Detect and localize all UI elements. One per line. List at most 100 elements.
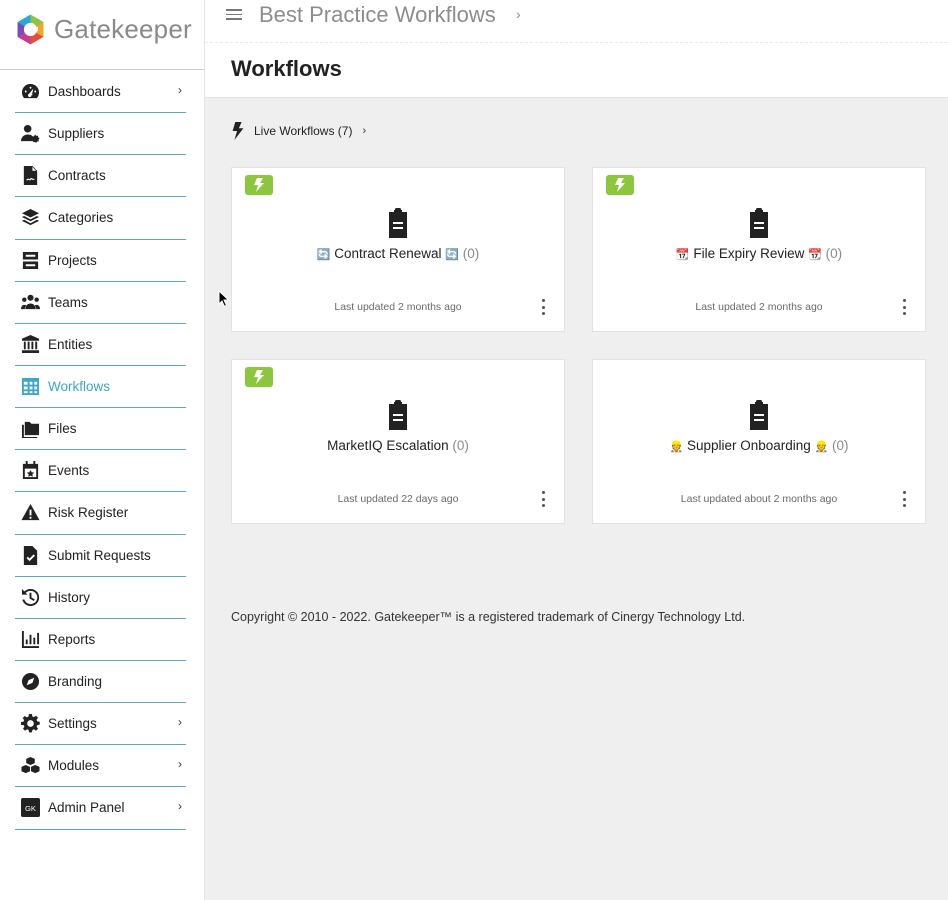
mouse-cursor-icon [218,290,230,308]
sidebar-item-admin-panel[interactable]: GK Admin Panel › [15,787,186,830]
more-options-icon[interactable] [901,491,907,507]
gatekeeper-logo[interactable]: Gatekeeper [14,11,192,47]
compass-icon [20,672,40,692]
history-icon [20,587,40,607]
workflow-title[interactable]: 👷 Supplier Onboarding 👷 (0) [593,438,925,453]
sidebar-item-label: Dashboards [48,84,121,100]
more-options-icon[interactable] [540,299,546,315]
workflow-emoji: 👷 [669,441,684,453]
chevron-right-icon: › [178,799,182,814]
workflow-emoji: 🔄 [316,249,331,261]
workflow-count: (0) [452,438,469,453]
chevron-right-icon: › [178,757,182,772]
sidebar-item-label: Risk Register [48,505,129,521]
chevron-right-icon: › [178,83,182,97]
sidebar-item-label: Contracts [48,168,106,184]
workflow-emoji: 👷 [814,441,829,453]
clipboard-icon [386,208,410,238]
bolt-icon [615,178,625,192]
sidebar-item-label: Events [48,463,90,479]
live-badge [245,175,273,195]
workflow-card[interactable]: 👷 Supplier Onboarding 👷 (0) Last updated … [592,359,926,524]
sidebar-item-label: Files [48,421,77,437]
sidebar-item-settings[interactable]: Settings › [15,703,186,746]
sidebar-item-submit-requests[interactable]: Submit Requests [15,535,186,577]
last-updated: Last updated about 2 months ago [680,493,838,505]
sidebar-item-label: History [48,589,91,605]
bolt-icon [232,122,244,140]
last-updated: Last updated 2 months ago [695,301,823,313]
sidebar-divider [0,69,205,70]
sidebar: Gatekeeper Dashboards › Suppliers Contracts… [0,0,205,900]
sidebar-item-label: Workflows [48,379,111,395]
sidebar-item-label: Settings [48,716,97,732]
more-options-icon[interactable] [540,491,546,507]
workflow-title[interactable]: MarketIQ Escalation (0) [232,438,564,453]
workflow-card[interactable]: MarketIQ Escalation (0) Last updated 22 d… [231,359,565,524]
sidebar-item-dashboards[interactable]: Dashboards › [15,71,186,114]
workflow-title[interactable]: 📆 File Expiry Review 📆 (0) [593,246,925,261]
workflow-emoji: 📆 [808,249,822,261]
sidebar-item-workflows[interactable]: Workflows [15,366,186,409]
gk-badge-icon: GK [20,798,40,818]
menu-toggle-icon[interactable] [226,9,242,23]
page-title: Workflows [231,56,342,81]
file-check-icon [20,545,40,565]
workflow-count: (0) [825,246,843,261]
table-icon [20,377,40,397]
dashboard-icon [20,82,40,102]
top-header: Best Practice Workflows › [205,0,948,43]
gear-icon [20,714,40,734]
sidebar-item-teams[interactable]: Teams [15,282,186,324]
clipboard-icon [747,208,771,238]
sidebar-item-contracts[interactable]: Contracts [15,155,186,198]
teams-icon [20,292,40,312]
sidebar-item-modules[interactable]: Modules › [15,745,186,788]
workflow-emoji: 🔄 [445,249,459,261]
sidebar-item-label: Branding [48,674,103,690]
workflow-count: (0) [462,246,480,261]
chevron-right-icon: › [362,125,367,137]
sidebar-item-label: Projects [48,252,97,268]
brand-name: Gatekeeper [54,13,192,44]
live-workflows-toggle[interactable]: Live Workflows (7) › [231,122,366,140]
sidebar-item-history[interactable]: History [15,577,186,619]
svg-text:GK: GK [25,804,36,813]
sidebar-item-entities[interactable]: Entities [15,324,186,366]
last-updated: Last updated 22 days ago [337,493,459,505]
sidebar-item-label: Admin Panel [48,800,125,816]
chevron-right-icon: › [178,715,182,730]
sidebar-item-reports[interactable]: Reports [15,619,186,661]
sidebar-item-label: Entities [48,336,93,352]
sidebar-nav: Dashboards › Suppliers Contracts Categories P… [15,71,186,830]
live-badge [245,367,273,387]
breadcrumb[interactable]: Best Practice Workflows [259,2,496,28]
sidebar-item-label: Reports [48,631,96,647]
sidebar-item-label: Submit Requests [48,547,151,563]
bolt-icon [254,178,264,192]
title-bar: Workflows [205,43,948,98]
projects-icon [20,250,40,270]
sidebar-item-risk-register[interactable]: Risk Register [15,492,186,535]
footer-copyright: Copyright © 2010 - 2022. Gatekeeper™ is … [231,610,746,624]
sidebar-item-label: Modules [48,758,100,774]
workflow-card[interactable]: 🔄 Contract Renewal 🔄 (0) Last updated 2 m… [231,167,565,332]
sidebar-item-categories[interactable]: Categories [15,197,186,240]
calendar-icon [20,461,40,481]
workflow-title[interactable]: 🔄 Contract Renewal 🔄 (0) [232,246,564,261]
sidebar-item-suppliers[interactable]: Suppliers [15,113,186,156]
more-options-icon[interactable] [901,299,907,315]
sidebar-item-projects[interactable]: Projects [15,240,186,282]
sidebar-item-branding[interactable]: Branding [15,661,186,704]
breadcrumb-chevron-icon[interactable]: › [516,6,521,22]
last-updated: Last updated 2 months ago [334,301,462,313]
workflow-emoji: 📆 [675,249,690,261]
warning-icon [20,503,40,523]
bank-icon [20,334,40,354]
sidebar-item-files[interactable]: Files [15,408,186,451]
workflow-name: Contract Renewal [334,246,442,261]
contract-icon [20,166,40,186]
workflow-card[interactable]: 📆 File Expiry Review 📆 (0) Last updated 2… [592,167,926,332]
sidebar-item-events[interactable]: Events [15,450,186,493]
layers-icon [20,208,40,228]
